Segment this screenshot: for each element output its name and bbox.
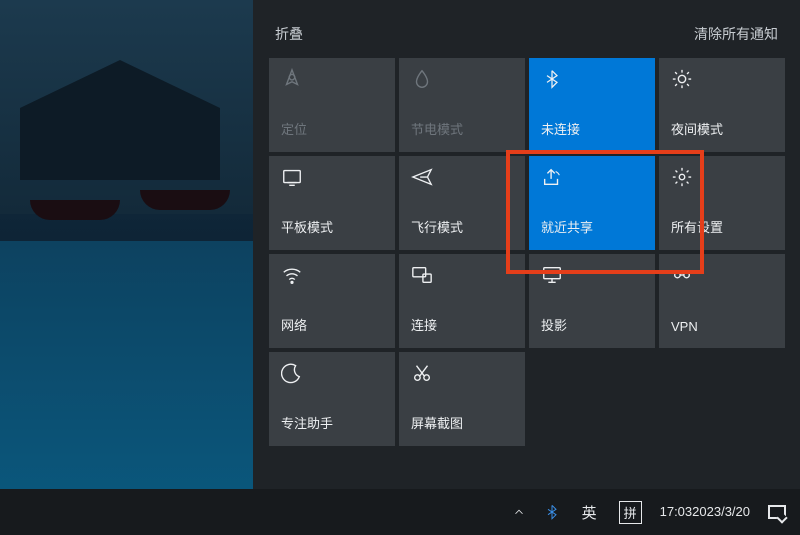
- tile-label: 平板模式: [281, 217, 383, 236]
- tile-vpn[interactable]: VPN: [659, 254, 785, 348]
- tile-label: 专注助手: [281, 413, 383, 432]
- tile-night-light[interactable]: 夜间模式: [659, 58, 785, 152]
- collapse-link[interactable]: 折叠: [275, 24, 303, 44]
- action-center-icon[interactable]: [764, 489, 790, 535]
- desktop-wallpaper: [0, 0, 253, 535]
- bluetooth-icon: [541, 68, 563, 90]
- tile-project[interactable]: 投影: [529, 254, 655, 348]
- tile-network[interactable]: 网络: [269, 254, 395, 348]
- location-icon: [281, 68, 303, 90]
- airplane-icon: [411, 166, 433, 188]
- project-icon: [541, 264, 563, 286]
- tile-label: 飞行模式: [411, 217, 513, 236]
- clear-notifications-link[interactable]: 清除所有通知: [694, 24, 778, 44]
- tile-airplane-mode[interactable]: 飞行模式: [399, 156, 525, 250]
- tile-focus-assist[interactable]: 专注助手: [269, 352, 395, 446]
- tile-label: 网络: [281, 315, 383, 334]
- battery-icon: [411, 68, 433, 90]
- tray-chevron-icon[interactable]: [508, 489, 530, 535]
- tile-all-settings[interactable]: 所有设置: [659, 156, 785, 250]
- ime-language[interactable]: 英: [574, 489, 605, 535]
- tile-connect[interactable]: 连接: [399, 254, 525, 348]
- tile-nearby-share[interactable]: 就近共享: [529, 156, 655, 250]
- taskbar: 英 拼 17:03 2023/3/20: [0, 489, 800, 535]
- tile-label: 节电模式: [411, 119, 513, 138]
- action-center-panel: 折叠 清除所有通知 定位 节电模式 未连接 夜间模式: [253, 0, 800, 489]
- connect-icon: [411, 264, 433, 286]
- wifi-icon: [281, 264, 303, 286]
- sun-icon: [671, 68, 693, 90]
- share-icon: [541, 166, 563, 188]
- tile-label: 就近共享: [541, 217, 643, 236]
- tile-label: 连接: [411, 315, 513, 334]
- tile-label: 夜间模式: [671, 119, 773, 138]
- vpn-icon: [671, 264, 693, 286]
- tray-bluetooth-icon[interactable]: [540, 489, 564, 535]
- tile-label: 定位: [281, 119, 383, 138]
- ime-mode[interactable]: 拼: [615, 489, 646, 535]
- tile-label: 投影: [541, 315, 643, 334]
- tile-location[interactable]: 定位: [269, 58, 395, 152]
- tile-screen-snip[interactable]: 屏幕截图: [399, 352, 525, 446]
- tile-label: VPN: [671, 319, 773, 334]
- tile-label: 未连接: [541, 119, 643, 138]
- tile-label: 屏幕截图: [411, 413, 513, 432]
- tile-label: 所有设置: [671, 217, 773, 236]
- tile-battery-saver[interactable]: 节电模式: [399, 58, 525, 152]
- tile-bluetooth[interactable]: 未连接: [529, 58, 655, 152]
- tile-tablet-mode[interactable]: 平板模式: [269, 156, 395, 250]
- tablet-icon: [281, 166, 303, 188]
- gear-icon: [671, 166, 693, 188]
- snip-icon: [411, 362, 433, 384]
- moon-icon: [281, 362, 303, 384]
- quick-action-tiles: 定位 节电模式 未连接 夜间模式 平板模式: [263, 58, 790, 446]
- taskbar-clock[interactable]: 17:03 2023/3/20: [656, 489, 754, 535]
